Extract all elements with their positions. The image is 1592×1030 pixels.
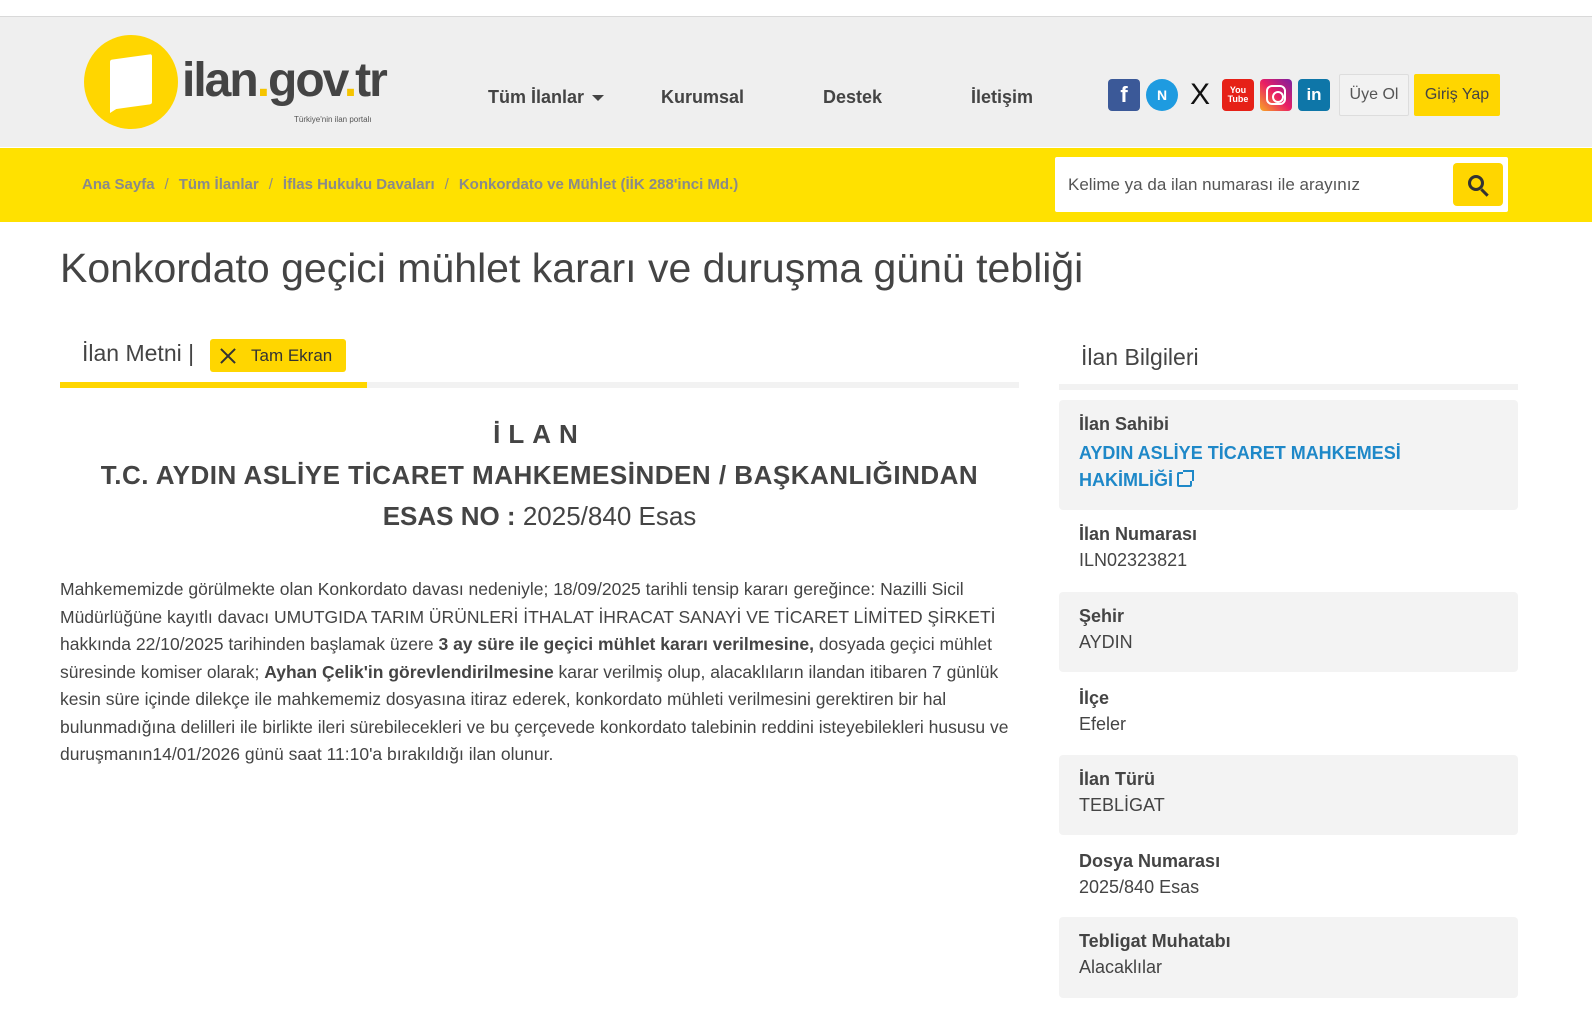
info-label: İlan Sahibi: [1079, 414, 1170, 434]
login-button[interactable]: Giriş Yap: [1414, 74, 1500, 116]
nav-kurumsal[interactable]: Kurumsal: [661, 87, 744, 108]
info-label: Şehir: [1079, 606, 1125, 626]
search-icon: [1468, 174, 1484, 191]
info-dosya-numarasi: Dosya Numarası 2025/840 Esas: [1059, 837, 1518, 917]
info-value: Alacaklılar: [1079, 957, 1163, 977]
document-case-number: ESAS NO : 2025/840 Esas: [382, 501, 697, 531]
tab-ilan-metni[interactable]: İlan Metni |: [82, 340, 194, 367]
info-label: İlan Numarası: [1079, 524, 1198, 544]
x-icon[interactable]: X: [1184, 78, 1216, 111]
breadcrumb-separator: /: [444, 176, 449, 193]
info-ilan-numarasi: İlan Numarası ILN02323821: [1059, 510, 1518, 592]
info-label: Dosya Numarası: [1079, 851, 1221, 871]
search-input[interactable]: [1055, 157, 1445, 212]
site-logo[interactable]: ilan.gov.tr Türkiye'nin ilan portalı: [84, 35, 404, 131]
document-text: Mahkememizde görülmekte olan Konkordato …: [60, 579, 1009, 764]
chevron-down-icon: [592, 95, 605, 102]
search-box: [1055, 157, 1508, 212]
site-header: ilan.gov.tr Türkiye'nin ilan portalı Tüm…: [0, 17, 1592, 147]
instagram-icon[interactable]: [1260, 79, 1292, 111]
tab-underline: [60, 382, 1019, 388]
social-links: f N X You Tube in: [1108, 78, 1330, 111]
breadcrumb-home[interactable]: Ana Sayfa: [82, 176, 155, 193]
fullscreen-label: Tam Ekran: [251, 345, 333, 365]
breadcrumb-bar: Ana Sayfa / Tüm İlanlar / İflas Hukuku Daval…: [0, 148, 1592, 222]
info-label: İlçe: [1079, 688, 1110, 708]
logo-tagline: Türkiye'nin ilan portalı: [294, 115, 372, 124]
youtube-icon[interactable]: You Tube: [1222, 79, 1254, 111]
info-ilan-turu: İlan Türü TEBLİGAT: [1059, 755, 1518, 835]
info-value: Efeler: [1079, 714, 1127, 734]
nsosyal-icon[interactable]: N: [1146, 79, 1178, 111]
info-ilce: İlçe Efeler: [1059, 674, 1518, 754]
document-court: T.C. AYDIN ASLİYE TİCARET MAHKEMESİNDEN …: [100, 460, 979, 490]
external-link-icon: [1177, 470, 1194, 487]
logo-fold-icon: [110, 99, 132, 113]
facebook-icon[interactable]: f: [1108, 79, 1140, 111]
info-label: İlan Türü: [1079, 769, 1155, 789]
info-value: ILN02323821: [1079, 550, 1188, 570]
fullscreen-button[interactable]: Tam Ekran: [210, 339, 346, 372]
info-value: 2025/840 Esas: [1079, 877, 1200, 897]
tab-active-indicator: [60, 382, 367, 388]
breadcrumb-all-ads[interactable]: Tüm İlanlar: [179, 176, 259, 193]
sidebar-title: İlan Bilgileri: [1081, 344, 1199, 370]
expand-icon: [220, 348, 236, 364]
breadcrumb: Ana Sayfa / Tüm İlanlar / İflas Hukuku Daval…: [82, 176, 738, 193]
page-title: Konkordato geçici mühlet kararı ve duruş…: [60, 245, 1084, 291]
document-heading: İLAN: [493, 419, 586, 449]
breadcrumb-separator: /: [268, 176, 273, 193]
info-value: AYDIN: [1079, 632, 1133, 652]
info-sehir: Şehir AYDIN: [1059, 592, 1518, 672]
owner-link[interactable]: AYDIN ASLİYE TİCARET MAHKEMESİ HAKİMLİĞİ: [1079, 440, 1498, 494]
breadcrumb-current[interactable]: Konkordato ve Mühlet (İİK 288'inci Md.): [459, 176, 738, 193]
search-button[interactable]: [1453, 163, 1503, 206]
info-tebligat-muhatabi: Tebligat Muhatabı Alacaklılar: [1059, 917, 1518, 998]
breadcrumb-category[interactable]: İflas Hukuku Davaları: [283, 176, 435, 193]
breadcrumb-separator: /: [164, 176, 169, 193]
top-border: [0, 0, 1592, 17]
info-ilan-sahibi: İlan Sahibi AYDIN ASLİYE TİCARET MAHKEME…: [1059, 400, 1518, 510]
nav-destek[interactable]: Destek: [823, 87, 882, 108]
linkedin-icon[interactable]: in: [1298, 79, 1330, 111]
info-value: TEBLİGAT: [1079, 795, 1165, 815]
sidebar-divider: [1059, 384, 1518, 390]
info-label: Tebligat Muhatabı: [1079, 931, 1231, 951]
nav-tum-ilanlar[interactable]: Tüm İlanlar: [488, 87, 605, 108]
logo-wordmark: ilan.gov.tr: [182, 54, 388, 107]
nav-iletisim[interactable]: İletişim: [971, 87, 1033, 108]
register-button[interactable]: Üye Ol: [1339, 74, 1409, 116]
